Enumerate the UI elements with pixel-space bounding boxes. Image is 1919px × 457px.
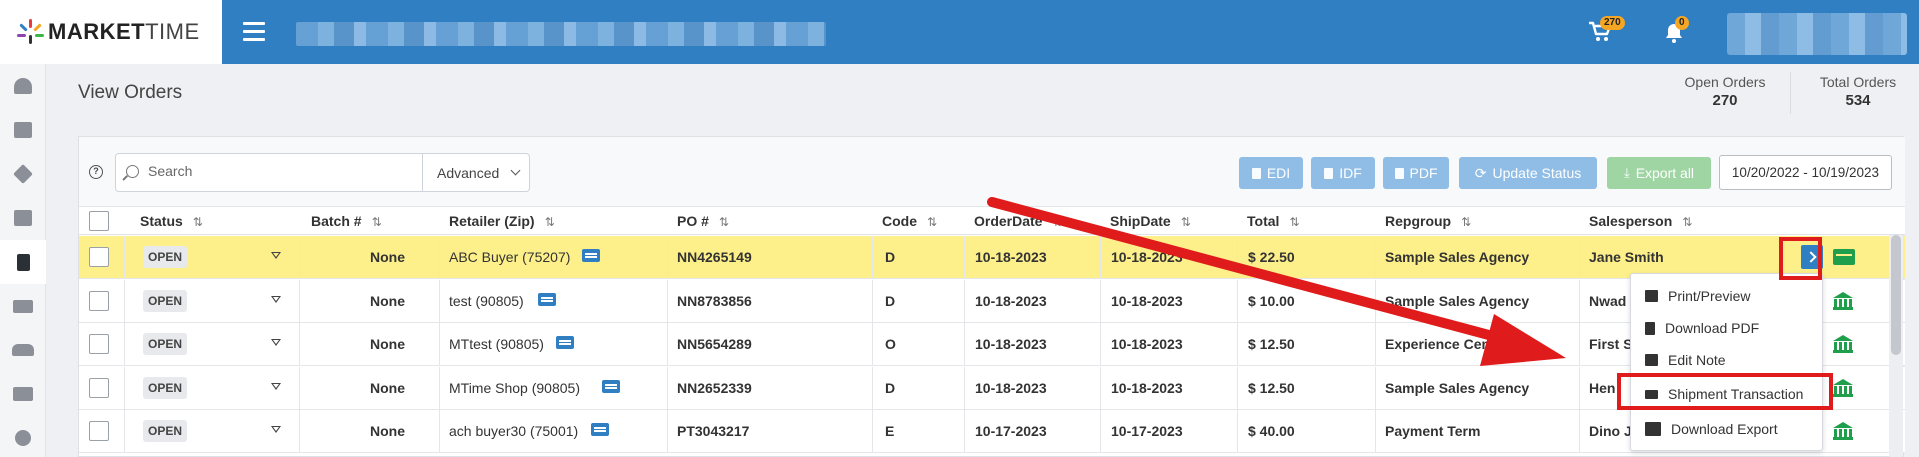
annotation-arrow-icon bbox=[987, 197, 1566, 366]
